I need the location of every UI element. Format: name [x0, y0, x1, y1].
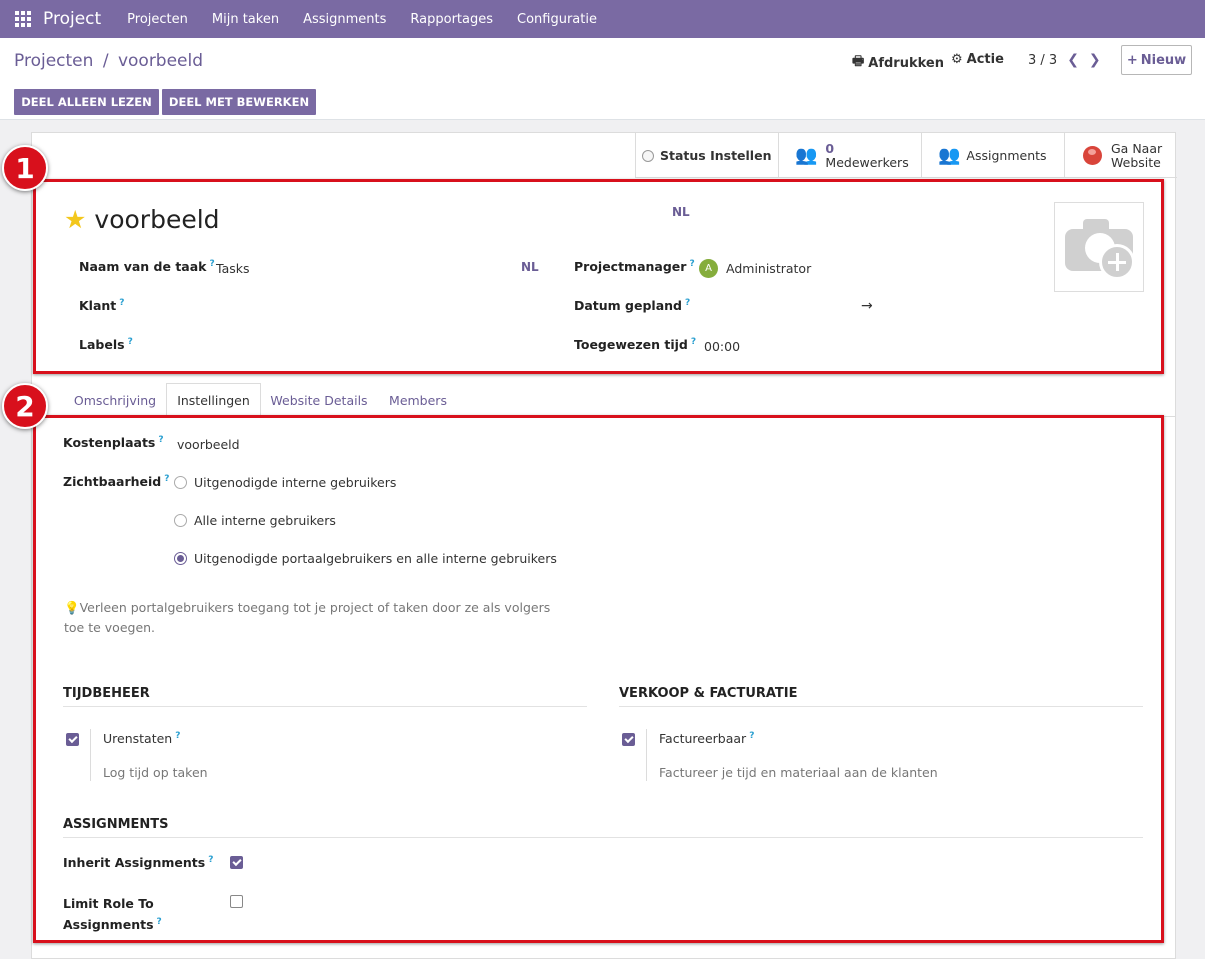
action-button[interactable]: ⚙ Actie	[951, 52, 1004, 67]
users-icon: 👥	[938, 145, 961, 166]
annotation-badge-1: 1	[2, 145, 48, 191]
website-text: Ga Naar Website	[1111, 140, 1163, 170]
website-label-line1: Ga Naar	[1111, 140, 1163, 156]
printer-icon: 🖶	[852, 54, 865, 69]
breadcrumb-parent[interactable]: Projecten	[14, 51, 93, 71]
members-button[interactable]: 👥 0 Medewerkers	[778, 133, 921, 178]
breadcrumb-current: voorbeeld	[117, 51, 204, 71]
action-label: Actie	[966, 52, 1004, 67]
assignments-button[interactable]: 👥 Assignments	[921, 133, 1064, 178]
annotation-box-2	[33, 415, 1164, 943]
share-edit-button[interactable]: DEEL MET BEWERKEN	[162, 89, 316, 115]
tab-omschrijving[interactable]: Omschrijving	[64, 383, 166, 417]
menu-assignments[interactable]: Assignments	[303, 12, 386, 27]
menu-mijn-taken[interactable]: Mijn taken	[212, 12, 279, 27]
control-panel: Projecten / voorbeeld 🖶 Afdrukken ⚙ Acti…	[0, 38, 1205, 120]
members-text: 0 Medewerkers	[825, 140, 909, 170]
annotation-badge-2: 2	[2, 383, 48, 429]
set-status-button[interactable]: Status Instellen	[635, 133, 778, 178]
app-name[interactable]: Project	[43, 9, 101, 29]
website-label-line2: Website	[1111, 154, 1161, 170]
print-button[interactable]: 🖶 Afdrukken	[852, 52, 944, 74]
print-label: Afdrukken	[868, 55, 944, 71]
tab-website-details[interactable]: Website Details	[261, 383, 377, 417]
smart-button-bar: Status Instellen 👥 0 Medewerkers 👥 Assig…	[635, 133, 1177, 178]
annotation-box-1	[33, 179, 1164, 374]
assignments-label: Assignments	[966, 147, 1047, 163]
users-icon: 👥	[795, 145, 818, 166]
new-button[interactable]: + Nieuw	[1121, 45, 1192, 75]
new-label: Nieuw	[1140, 52, 1187, 68]
members-label: Medewerkers	[825, 154, 909, 170]
tab-members[interactable]: Members	[377, 383, 459, 417]
gear-icon: ⚙	[951, 52, 963, 67]
pager: 3 / 3 ❮ ❯	[1028, 52, 1101, 68]
members-count: 0	[825, 140, 835, 156]
share-readonly-button[interactable]: DEEL ALLEEN LEZEN	[14, 89, 159, 115]
tab-instellingen[interactable]: Instellingen	[166, 383, 261, 418]
plus-icon: +	[1126, 52, 1138, 68]
set-status-label: Status Instellen	[660, 147, 772, 163]
top-navbar: Project Projecten Mijn taken Assignments…	[0, 0, 1205, 38]
chevron-right-icon[interactable]: ❯	[1089, 52, 1101, 68]
notebook-tabs: Omschrijving Instellingen Website Detail…	[32, 383, 1175, 418]
status-circle-icon	[642, 149, 654, 162]
menu-rapportages[interactable]: Rapportages	[410, 12, 493, 27]
breadcrumb-separator: /	[102, 51, 109, 71]
chevron-left-icon[interactable]: ❮	[1067, 52, 1079, 68]
menu-projecten[interactable]: Projecten	[127, 12, 188, 27]
menu-configuratie[interactable]: Configuratie	[517, 12, 597, 27]
pager-value[interactable]: 3 / 3	[1028, 53, 1057, 68]
go-to-website-button[interactable]: Ga Naar Website	[1064, 133, 1177, 178]
breadcrumb: Projecten / voorbeeld	[14, 51, 203, 71]
globe-icon	[1083, 146, 1102, 165]
apps-grid-icon[interactable]	[15, 11, 31, 27]
